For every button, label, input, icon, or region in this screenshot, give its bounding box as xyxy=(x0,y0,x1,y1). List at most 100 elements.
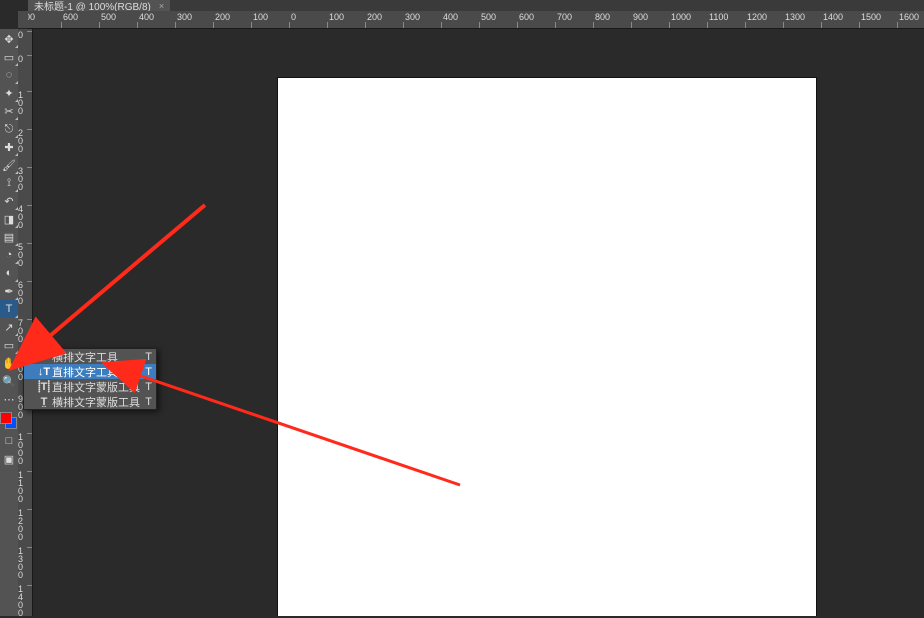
ruler-v-label: 100 xyxy=(18,91,32,115)
brush-tool-icon: 🖌 xyxy=(2,159,16,172)
crop-tool-icon: ✂ xyxy=(4,105,13,118)
zoom-tool[interactable]: 🔍 xyxy=(0,372,18,390)
flyout-label: 横排文字蒙版工具 xyxy=(52,394,140,410)
close-icon[interactable]: × xyxy=(159,1,164,11)
foreground-color-swatch[interactable] xyxy=(0,412,12,424)
quickmask-button[interactable]: □ xyxy=(0,432,18,450)
ruler-h-label: 500 xyxy=(481,12,496,22)
ruler-h-label: 00 xyxy=(28,12,35,22)
move-tool[interactable]: ✥ xyxy=(0,30,18,48)
history-brush-tool-icon: ↶ xyxy=(4,195,13,208)
tab-bar: 未标题-1 @ 100%(RGB/8) × xyxy=(0,0,924,11)
ruler-h-label: 1200 xyxy=(747,12,767,22)
eyedropper-tool[interactable]: ⎋ xyxy=(0,120,18,138)
ruler-h-label: 800 xyxy=(595,12,610,22)
ruler-h-label: 700 xyxy=(557,12,572,22)
ruler-h-label: 400 xyxy=(139,12,154,22)
edit-toolbar[interactable]: ⋯ xyxy=(0,390,18,408)
flyout-vertical-type-mask-tool[interactable]: ⸽T⸽直排文字蒙版工具T xyxy=(24,379,156,394)
ruler-v-label: 1400 xyxy=(18,585,32,617)
document-tab[interactable]: 未标题-1 @ 100%(RGB/8) × xyxy=(28,0,170,11)
healing-tool-icon: ✚ xyxy=(4,141,13,154)
canvas-area xyxy=(33,29,924,616)
ruler-h-label: 500 xyxy=(101,12,116,22)
ruler-h-label: 400 xyxy=(443,12,458,22)
gradient-tool[interactable]: ▤ xyxy=(0,228,18,246)
flyout-shortcut: T xyxy=(140,381,152,393)
flyout-label: 直排文字工具 xyxy=(52,364,140,380)
pen-tool-icon: ✒ xyxy=(4,285,13,298)
path-tool-icon: ↗ xyxy=(4,321,13,334)
ruler-h-label: 1400 xyxy=(823,12,843,22)
ruler-h-label: 300 xyxy=(177,12,192,22)
ruler-h-label: 1600 xyxy=(899,12,919,22)
flyout-shortcut: T xyxy=(140,396,152,408)
pen-tool[interactable]: ✒ xyxy=(0,282,18,300)
hand-tool-icon: ✋ xyxy=(2,357,16,370)
ruler-horizontal[interactable]: 0060050040030020010001002003004005006007… xyxy=(28,11,924,29)
horizontal-type-tool-icon: T xyxy=(36,351,52,363)
ruler-v-label: 200 xyxy=(18,129,32,153)
flyout-horizontal-type-mask-tool[interactable]: T̤横排文字蒙版工具T xyxy=(24,394,156,409)
shape-tool[interactable]: ▭ xyxy=(0,336,18,354)
eyedropper-tool-icon: ⎋ xyxy=(5,123,14,136)
path-tool[interactable]: ↗ xyxy=(0,318,18,336)
dodge-tool-icon: ◐ xyxy=(6,267,13,279)
history-brush-tool[interactable]: ↶ xyxy=(0,192,18,210)
ruler-h-label: 300 xyxy=(405,12,420,22)
canvas[interactable] xyxy=(277,77,817,616)
stamp-tool-icon: ⟟ xyxy=(7,177,11,190)
flyout-shortcut: T xyxy=(140,366,152,378)
lasso-tool-icon: ◌ xyxy=(6,69,13,81)
ruler-h-label: 600 xyxy=(63,12,78,22)
marquee-tool[interactable]: ▭ xyxy=(0,48,18,66)
color-swatches[interactable] xyxy=(0,412,18,432)
ruler-h-label: 900 xyxy=(633,12,648,22)
eraser-tool[interactable]: ◨ xyxy=(0,210,18,228)
ruler-h-label: 1100 xyxy=(709,12,728,22)
vertical-type-tool-icon: ↓T xyxy=(36,366,52,378)
type-tool-flyout: •T横排文字工具T↓T直排文字工具T⸽T⸽直排文字蒙版工具TT̤横排文字蒙版工具… xyxy=(23,348,157,410)
ruler-h-label: 100 xyxy=(329,12,344,22)
screenmode-button[interactable]: ▣ xyxy=(0,450,18,468)
ruler-vertical[interactable]: 0010020030040050060070080090010001100120… xyxy=(18,29,33,616)
blur-tool[interactable]: ◔ xyxy=(0,246,18,264)
blur-tool-icon: ◔ xyxy=(6,249,13,261)
flyout-vertical-type-tool[interactable]: ↓T直排文字工具T xyxy=(24,364,156,379)
healing-tool[interactable]: ✚ xyxy=(0,138,18,156)
stamp-tool[interactable]: ⟟ xyxy=(0,174,18,192)
toolbox: ✥ ▭ ◌ ✦ ✂ ⎋ ✚ 🖌 ⟟ ↶ ◨ ▤ ◔ ◐ ✒ T ↗ ▭ ✋ 🔍 ⋯ □▣ xyxy=(0,29,18,616)
dodge-tool[interactable]: ◐ xyxy=(0,264,18,282)
ruler-h-label: 0 xyxy=(291,12,296,22)
ruler-v-label: 1000 xyxy=(18,433,32,465)
lasso-tool[interactable]: ◌ xyxy=(0,66,18,84)
gradient-tool-icon: ▤ xyxy=(4,231,14,244)
ruler-h-label: 1500 xyxy=(861,12,881,22)
flyout-shortcut: T xyxy=(140,351,152,363)
ruler-v-label: 700 xyxy=(18,319,32,343)
ruler-v-label: 1300 xyxy=(18,547,32,579)
crop-tool[interactable]: ✂ xyxy=(0,102,18,120)
ruler-h-label: 1000 xyxy=(671,12,691,22)
flyout-label: 横排文字工具 xyxy=(52,349,140,365)
ruler-v-label: 1100 xyxy=(18,471,32,503)
ruler-v-label: 0 xyxy=(18,55,32,63)
flyout-horizontal-type-tool[interactable]: •T横排文字工具T xyxy=(24,349,156,364)
type-tool[interactable]: T xyxy=(0,300,18,318)
ruler-h-label: 600 xyxy=(519,12,534,22)
move-tool-icon: ✥ xyxy=(4,33,13,46)
wand-tool-icon: ✦ xyxy=(4,87,13,100)
hand-tool[interactable]: ✋ xyxy=(0,354,18,372)
edit-toolbar-icon: ⋯ xyxy=(4,393,15,406)
ruler-v-label: 0 xyxy=(18,31,32,39)
wand-tool[interactable]: ✦ xyxy=(0,84,18,102)
active-dot-icon: • xyxy=(28,352,36,361)
ruler-h-label: 100 xyxy=(253,12,268,22)
vertical-type-mask-tool-icon: ⸽T⸽ xyxy=(36,379,52,394)
ruler-v-label: 400 xyxy=(18,205,32,229)
ruler-h-label: 200 xyxy=(367,12,382,22)
ruler-v-label: 600 xyxy=(18,281,32,305)
shape-tool-icon: ▭ xyxy=(4,339,14,352)
tab-strip-bg xyxy=(0,0,28,11)
brush-tool[interactable]: 🖌 xyxy=(0,156,18,174)
